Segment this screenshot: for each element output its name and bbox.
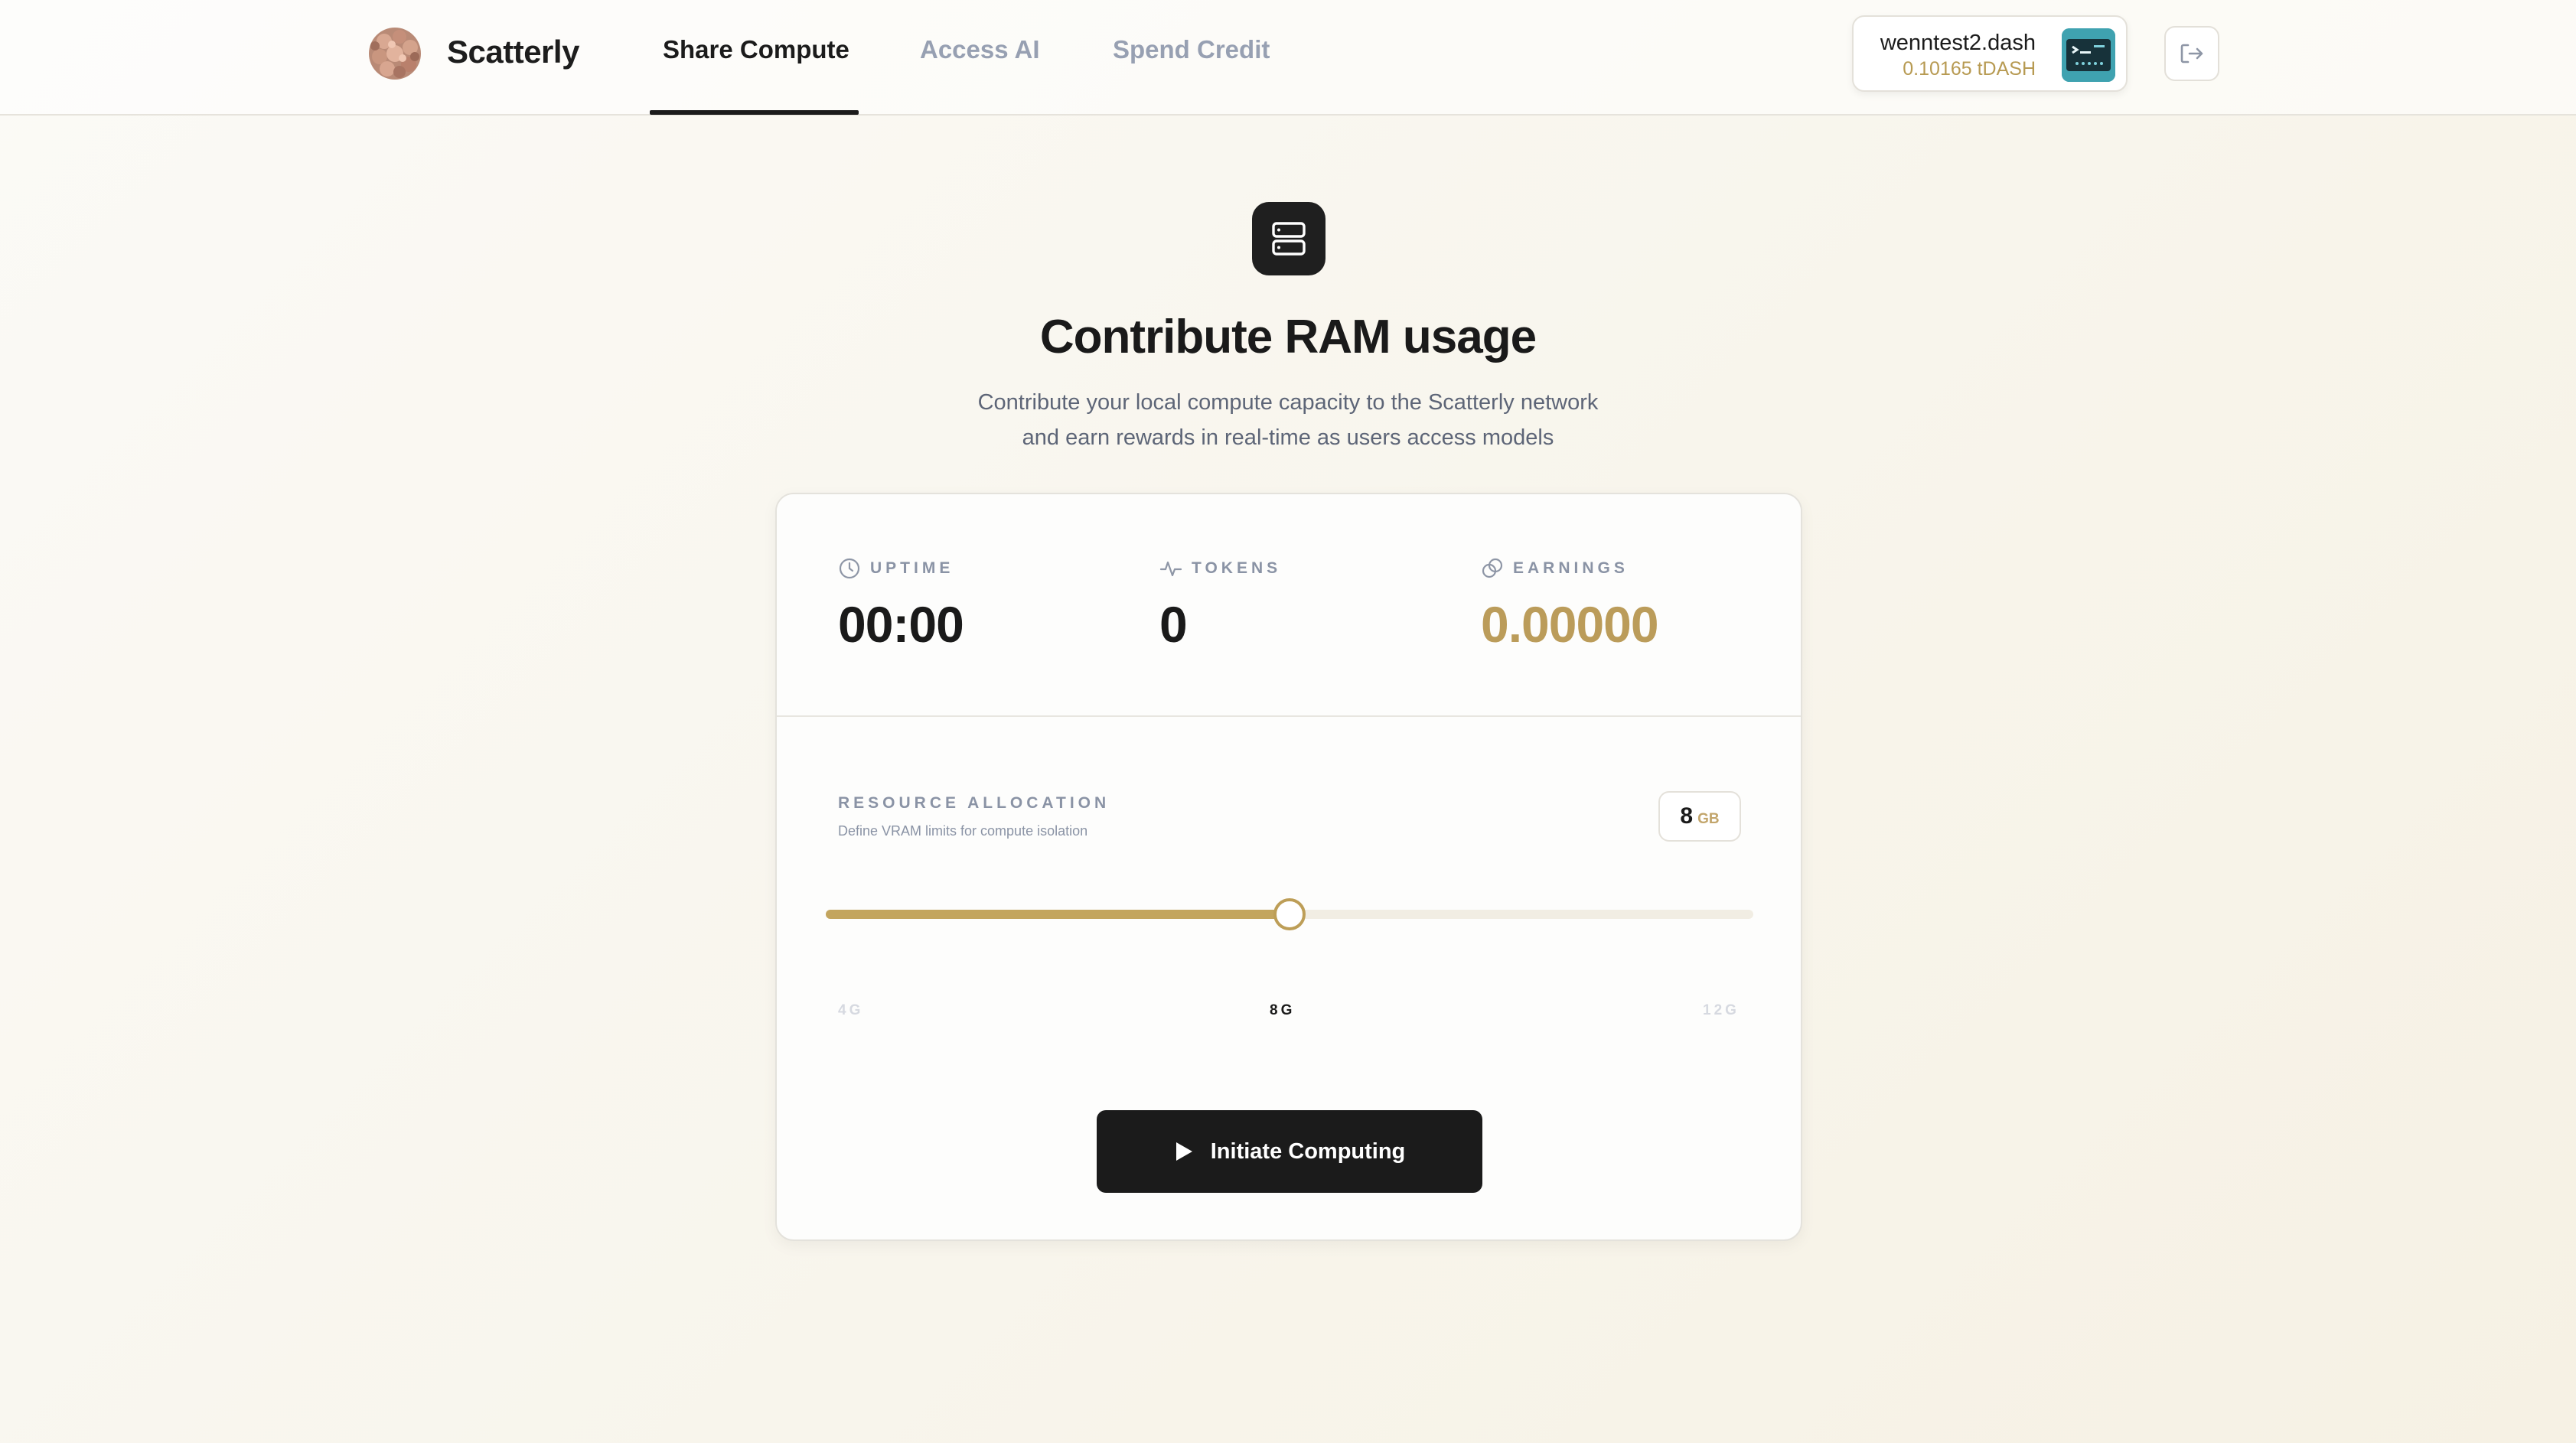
tokens-label: TOKENS [1192, 559, 1282, 577]
page-subtitle-line-2: and earn rewards in real-time as users a… [1022, 425, 1554, 450]
tab-spend-credit[interactable]: Spend Credit [1113, 35, 1270, 64]
vram-slider[interactable] [826, 898, 1753, 930]
slider-tick-max: 12G [1703, 1002, 1740, 1018]
coins-icon [1482, 558, 1503, 578]
initiate-computing-button[interactable]: Initiate Computing [1097, 1110, 1482, 1193]
earnings-label: EARNINGS [1513, 559, 1629, 577]
tab-access-ai[interactable]: Access AI [920, 35, 1040, 64]
stats-row: UPTIME 00:00 TOKENS 0 EARNINGS 0.00000 [777, 494, 1801, 717]
terminal-avatar-icon [2062, 28, 2115, 82]
slider-tick-current: 8G [1270, 1002, 1296, 1018]
stat-earnings: EARNINGS 0.00000 [1481, 555, 1659, 653]
page-title: Contribute RAM usage [1039, 311, 1537, 363]
allocation-value: 8 [1680, 803, 1694, 829]
wallet-balance: 0.10165 tDASH [1903, 58, 2036, 80]
logout-button[interactable] [2164, 26, 2219, 81]
wallet-card[interactable]: wenntest2.dash 0.10165 tDASH [1852, 15, 2128, 92]
allocation-unit: GB [1697, 811, 1720, 827]
initiate-computing-label: Initiate Computing [1210, 1138, 1406, 1164]
brand-name: Scatterly [447, 34, 579, 70]
resource-allocation-description: Define VRAM limits for compute isolation [838, 823, 1088, 839]
stat-tokens: TOKENS 0 [1159, 555, 1281, 653]
molecule-logo-icon[interactable] [364, 23, 426, 84]
compute-card: UPTIME 00:00 TOKENS 0 EARNINGS 0.00000 R… [775, 493, 1802, 1241]
resource-allocation-label: RESOURCE ALLOCATION [838, 794, 1110, 812]
clock-icon [839, 558, 860, 579]
vram-slider-fill [826, 910, 1290, 919]
uptime-value: 00:00 [838, 596, 964, 653]
logout-icon [2180, 44, 2203, 64]
server-icon [1272, 222, 1306, 256]
active-tab-indicator [650, 110, 859, 115]
stat-uptime: UPTIME 00:00 [838, 555, 964, 653]
activity-icon [1159, 561, 1182, 577]
vram-slider-thumb[interactable] [1273, 898, 1306, 930]
uptime-label: UPTIME [870, 559, 954, 577]
allocation-value-badge: 8 GB [1658, 791, 1741, 842]
server-icon-tile [1252, 202, 1325, 275]
wallet-name: wenntest2.dash [1880, 31, 2036, 55]
play-icon [1176, 1142, 1192, 1161]
tokens-value: 0 [1159, 596, 1188, 653]
page-subtitle-line-1: Contribute your local compute capacity t… [977, 390, 1599, 415]
slider-tick-min: 4G [838, 1002, 864, 1018]
tab-share-compute[interactable]: Share Compute [663, 35, 849, 64]
earnings-value: 0.00000 [1481, 596, 1659, 653]
top-nav-bar: Scatterly Share Compute Access AI Spend … [0, 0, 2576, 116]
